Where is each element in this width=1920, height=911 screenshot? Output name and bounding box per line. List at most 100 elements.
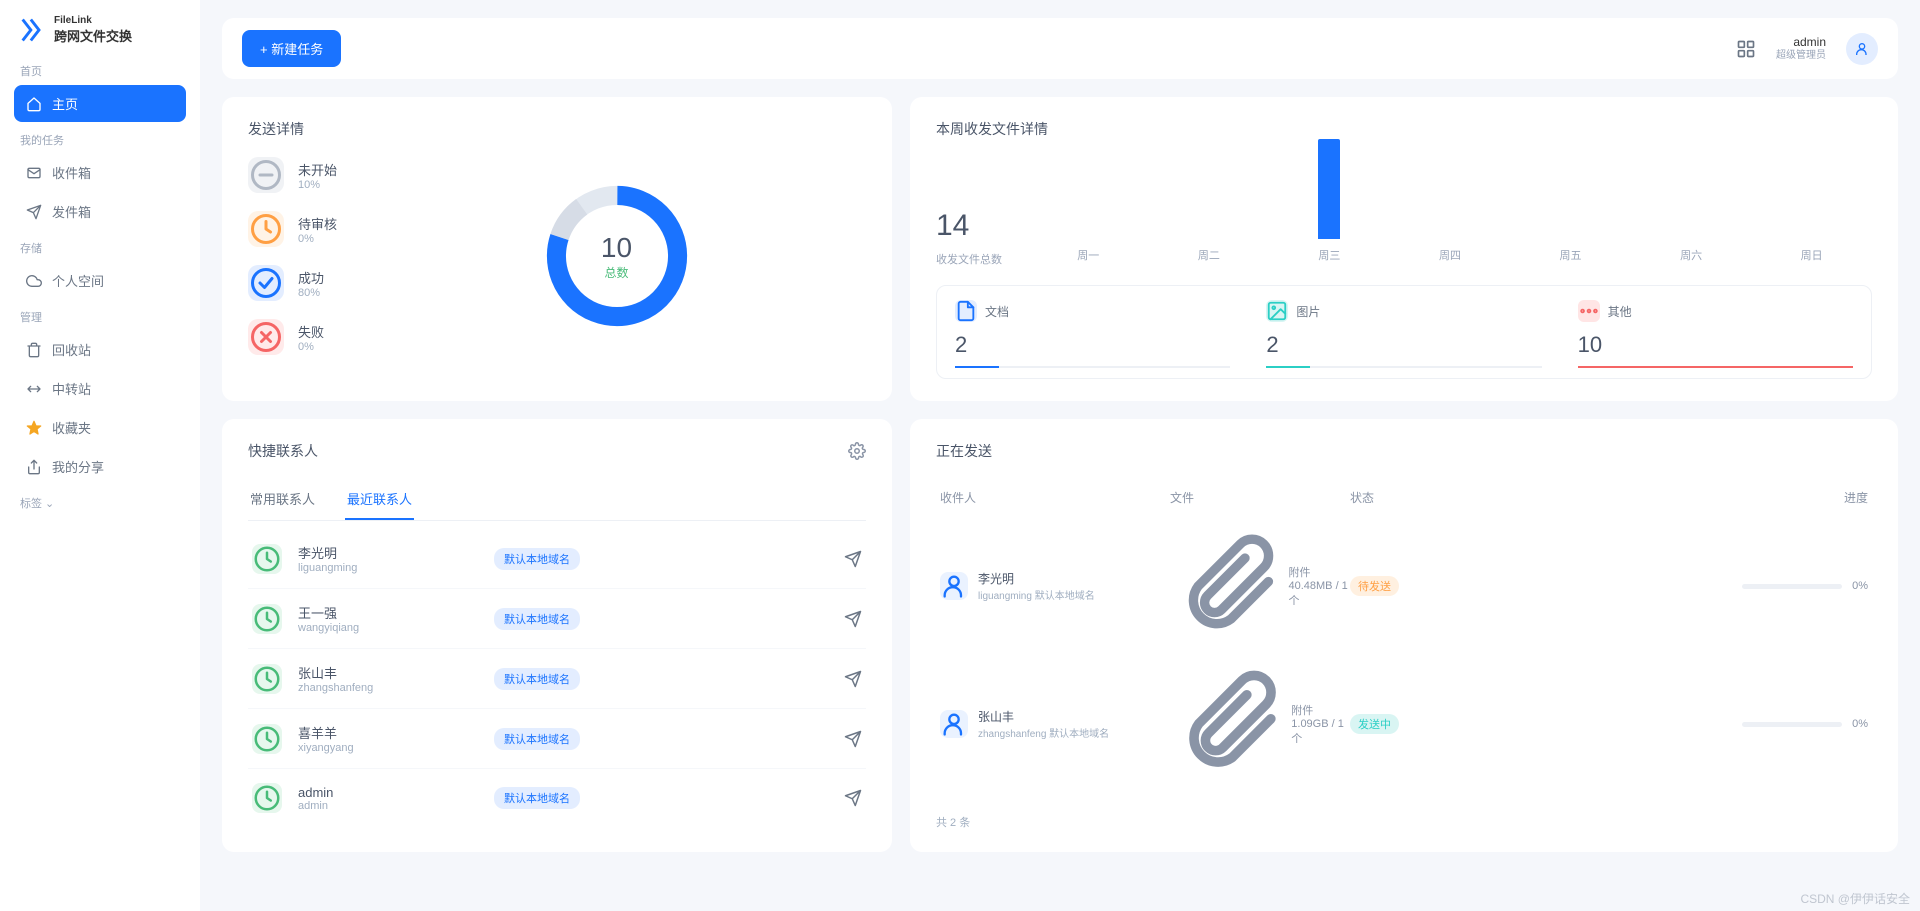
status-icon (248, 265, 284, 301)
gear-icon[interactable] (848, 442, 866, 460)
nav-item-send[interactable]: 发件箱 (14, 193, 186, 230)
nav-item-transfer[interactable]: 中转站 (14, 370, 186, 407)
bar (1318, 139, 1340, 239)
nav-item-trash[interactable]: 回收站 (14, 331, 186, 368)
status-icon (248, 211, 284, 247)
send-details-card: 发送详情 未开始10% 待审核0% 成功80% 失败0% (222, 97, 892, 401)
sending-domain: liguangming 默认本地域名 (978, 587, 1095, 602)
nav-group-title: 存储 (20, 240, 180, 256)
clock-icon (252, 724, 282, 754)
sidebar: FileLink 跨网文件交换 首页主页我的任务收件箱发件箱存储个人空间管理回收… (0, 0, 200, 911)
sending-row: 李光明liguangming 默认本地域名 附件 40.48MB / 1 个 待… (936, 518, 1872, 654)
send-icon[interactable] (844, 730, 862, 748)
type-count: 2 (1266, 332, 1541, 358)
nav-label: 收藏夹 (52, 418, 91, 437)
main: + 新建任务 admin 超级管理员 发送详情 未开始10% 待审核0% (200, 0, 1920, 911)
type-item[interactable]: 其他 10 (1560, 286, 1871, 378)
brand-name: FileLink (54, 15, 132, 26)
sending-file: 附件 1.09GB / 1 个 (1170, 666, 1350, 781)
progress-pct: 0% (1852, 580, 1868, 592)
nav-item-share[interactable]: 我的分享 (14, 448, 186, 485)
send-icon[interactable] (844, 670, 862, 688)
tab-contacts[interactable]: 常用联系人 (248, 479, 317, 520)
type-count: 2 (955, 332, 1230, 358)
status-pct: 10% (298, 179, 337, 191)
type-label: 文档 (985, 303, 1009, 320)
nav-item-mail[interactable]: 收件箱 (14, 154, 186, 191)
send-icon[interactable] (844, 789, 862, 807)
week-title: 本周收发文件详情 (936, 119, 1872, 139)
sending-name: 张山丰 (978, 708, 1109, 725)
contact-user: wangyiqiang (298, 622, 478, 634)
col-status: 状态 (1350, 489, 1420, 506)
user-info: admin 超级管理员 (1776, 35, 1826, 61)
nav-group-title: 标签 ⌄ (20, 495, 180, 511)
contact-name: admin (298, 785, 478, 800)
bar-label: 周二 (1198, 247, 1220, 263)
nav-label: 发件箱 (52, 202, 91, 221)
send-icon[interactable] (844, 550, 862, 568)
bar-col: 周五 (1543, 239, 1599, 263)
domain-badge: 默认本地域名 (494, 668, 580, 690)
type-count: 10 (1578, 332, 1853, 358)
sending-row: 张山丰zhangshanfeng 默认本地域名 附件 1.09GB / 1 个 … (936, 654, 1872, 793)
status-item: 失败0% (248, 319, 337, 355)
user-name: admin (1776, 35, 1826, 49)
contacts-title: 快捷联系人 (248, 441, 318, 461)
status-pct: 80% (298, 287, 324, 299)
col-recipient: 收件人 (940, 489, 1170, 506)
contact-row: 李光明liguangming 默认本地域名 (248, 529, 866, 589)
bar-col: 周六 (1663, 239, 1719, 263)
user-icon (940, 710, 968, 738)
nav-item-home[interactable]: 主页 (14, 85, 186, 122)
progress-pct: 0% (1852, 718, 1868, 730)
send-details-title: 发送详情 (248, 119, 866, 139)
logo-icon (18, 16, 46, 44)
contact-user: zhangshanfeng (298, 682, 478, 694)
clock-icon (252, 664, 282, 694)
contact-user: admin (298, 800, 478, 812)
new-task-button[interactable]: + 新建任务 (242, 30, 341, 67)
sending-title: 正在发送 (936, 441, 1872, 461)
col-file: 文件 (1170, 489, 1350, 506)
logo[interactable]: FileLink 跨网文件交换 (14, 15, 186, 45)
contact-row: 喜羊羊xiyangyang 默认本地域名 (248, 709, 866, 769)
user-icon (940, 572, 968, 600)
donut-label: 总数 (601, 264, 632, 281)
bar-label: 周日 (1801, 247, 1823, 263)
type-item[interactable]: 图片 2 (1248, 286, 1559, 378)
nav-label: 个人空间 (52, 271, 104, 290)
tab-contacts[interactable]: 最近联系人 (345, 479, 414, 520)
nav-item-star[interactable]: 收藏夹 (14, 409, 186, 446)
status-label: 成功 (298, 268, 324, 287)
send-icon[interactable] (844, 610, 862, 628)
bar-col: 周二 (1181, 239, 1237, 263)
contact-row: 王一强wangyiqiang 默认本地域名 (248, 589, 866, 649)
contact-name: 喜羊羊 (298, 723, 478, 742)
sending-domain: zhangshanfeng 默认本地域名 (978, 725, 1109, 740)
status-item: 未开始10% (248, 157, 337, 193)
apps-icon[interactable] (1736, 39, 1756, 59)
progress-bar (1742, 722, 1842, 727)
week-card: 本周收发文件详情 14 收发文件总数 周一 周二 周三 周四 周五 周六 (910, 97, 1898, 401)
watermark: CSDN @伊伊话安全 (1800, 890, 1910, 907)
type-icon (1266, 300, 1288, 322)
sending-total: 共 2 条 (936, 814, 1872, 830)
type-item[interactable]: 文档 2 (937, 286, 1248, 378)
status-label: 失败 (298, 322, 324, 341)
sending-card: 正在发送 收件人 文件 状态 进度 李光明liguangming 默认本地域名 … (910, 419, 1898, 852)
type-label: 图片 (1296, 303, 1320, 320)
sending-name: 李光明 (978, 570, 1095, 587)
progress-bar (1742, 584, 1842, 589)
clock-icon (252, 783, 282, 813)
nav-group-title: 首页 (20, 63, 180, 79)
nav-label: 我的分享 (52, 457, 104, 476)
week-total-label: 收发文件总数 (936, 251, 1002, 267)
nav-item-cloud[interactable]: 个人空间 (14, 262, 186, 299)
nav-group-title: 我的任务 (20, 132, 180, 148)
avatar-button[interactable] (1846, 33, 1878, 65)
bar-col: 周三 (1301, 139, 1357, 263)
status-label: 未开始 (298, 160, 337, 179)
topbar: + 新建任务 admin 超级管理员 (222, 18, 1898, 79)
nav-group-title: 管理 (20, 309, 180, 325)
